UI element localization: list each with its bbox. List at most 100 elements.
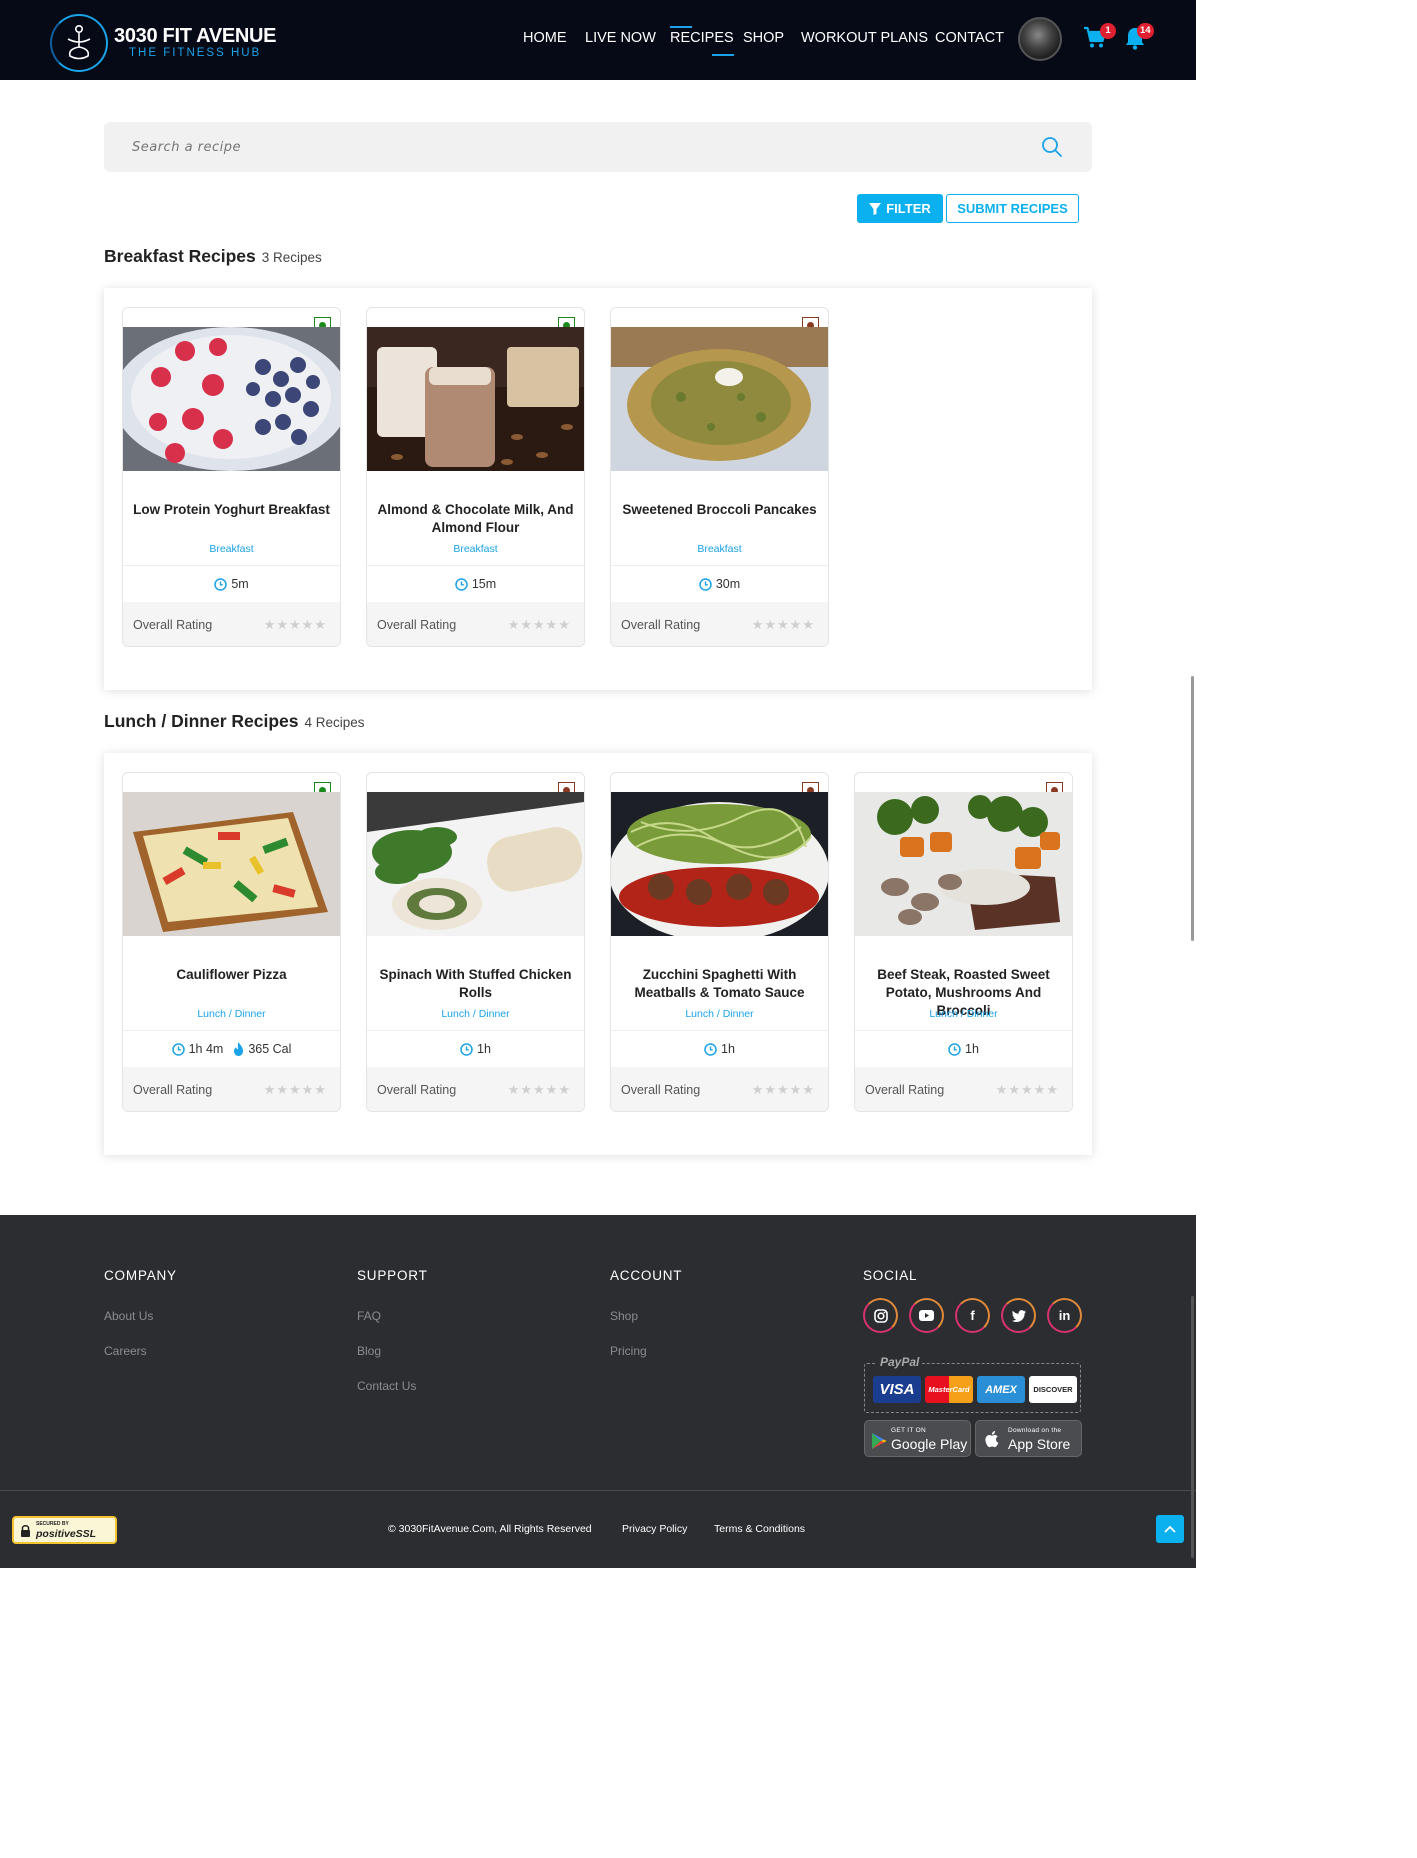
footer-heading: SOCIAL	[863, 1268, 918, 1283]
instagram-icon[interactable]	[863, 1298, 898, 1333]
nav-recipes[interactable]: RECIPES	[670, 26, 734, 56]
footer-scrollbar[interactable]	[1191, 1296, 1194, 1558]
recipe-title[interactable]: Almond & Chocolate Milk, And Almond Flou…	[373, 501, 578, 537]
recipe-title[interactable]: Sweetened Broccoli Pancakes	[617, 501, 822, 519]
star-rating-icon: ★★★★★	[507, 1081, 571, 1097]
nav-workout-plans[interactable]: WORKOUT PLANS	[801, 30, 928, 46]
recipe-photo-zucchini-spaghetti	[611, 792, 828, 936]
mastercard-logo: MasterCard	[925, 1376, 973, 1403]
recipe-title[interactable]: Low Protein Yoghurt Breakfast	[129, 501, 334, 519]
lunch-dinner-recipes-panel: Cauliflower Pizza Lunch / Dinner 1h 4m 3…	[104, 753, 1092, 1155]
linkedin-icon[interactable]: in	[1047, 1298, 1082, 1333]
privacy-policy-link[interactable]: Privacy Policy	[622, 1523, 687, 1535]
section-count: 4 Recipes	[304, 715, 365, 730]
recipe-calories: 365 Cal	[248, 1042, 292, 1056]
footer-link-contact-us[interactable]: Contact Us	[357, 1379, 428, 1393]
recipe-title[interactable]: Spinach With Stuffed Chicken Rolls	[373, 966, 578, 1002]
recipe-card[interactable]: Beef Steak, Roasted Sweet Potato, Mushro…	[854, 772, 1073, 1112]
recipe-title[interactable]: Cauliflower Pizza	[129, 966, 334, 984]
recipe-card[interactable]: Sweetened Broccoli Pancakes Breakfast 30…	[610, 307, 829, 647]
scroll-to-top-button[interactable]	[1156, 1515, 1184, 1543]
recipe-rating: Overall Rating ★★★★★	[367, 1067, 584, 1111]
recipe-time: 30m	[715, 577, 741, 591]
facebook-icon[interactable]: f	[955, 1298, 990, 1333]
twitter-icon[interactable]	[1001, 1298, 1036, 1333]
nav-contact[interactable]: CONTACT	[935, 30, 1004, 46]
recipe-category[interactable]: Lunch / Dinner	[367, 1008, 584, 1020]
submit-recipes-button[interactable]: SUBMIT RECIPES	[946, 194, 1079, 223]
rating-label: Overall Rating	[865, 1082, 945, 1097]
breakfast-recipes-panel: Low Protein Yoghurt Breakfast Breakfast …	[104, 288, 1092, 690]
footer-col-account: ACCOUNT Shop Pricing	[610, 1268, 682, 1358]
footer-link-pricing[interactable]: Pricing	[610, 1344, 682, 1358]
ssl-brand-text: positiveSSL	[36, 1528, 97, 1540]
notification-count-badge: 14	[1137, 23, 1154, 39]
store-name: App Store	[1008, 1436, 1071, 1452]
footer-col-support: SUPPORT FAQ Blog Contact Us	[357, 1268, 428, 1393]
star-rating-icon: ★★★★★	[751, 616, 815, 632]
recipe-photo-broccoli-pancakes	[611, 327, 828, 471]
recipe-time: 15m	[471, 577, 497, 591]
filter-button[interactable]: FILTER	[857, 194, 943, 223]
recipe-category[interactable]: Lunch / Dinner	[855, 1008, 1072, 1020]
footer-col-social: SOCIAL	[863, 1268, 917, 1283]
recipe-category[interactable]: Breakfast	[611, 543, 828, 555]
top-navbar: 3030 FIT AVENUE THE FITNESS HUB HOME LIV…	[0, 0, 1196, 80]
footer-link-faq[interactable]: FAQ	[357, 1309, 428, 1323]
main-nav: HOME LIVE NOW RECIPES SHOP WORKOUT PLANS…	[0, 0, 1196, 80]
recipe-meta: 1h	[611, 1030, 828, 1067]
recipe-title[interactable]: Zucchini Spaghetti With Meatballs & Toma…	[617, 966, 822, 1002]
payment-methods: PayPal VISA MasterCard AMEX DISCOVER	[864, 1355, 1081, 1413]
google-play-badge[interactable]: GET IT ON Google Play	[864, 1420, 971, 1457]
recipe-card[interactable]: Low Protein Yoghurt Breakfast Breakfast …	[122, 307, 341, 647]
funnel-icon	[869, 202, 882, 215]
star-rating-icon: ★★★★★	[263, 616, 327, 632]
nav-live-now[interactable]: LIVE NOW	[585, 30, 656, 46]
amex-logo: AMEX	[977, 1376, 1025, 1403]
user-avatar[interactable]	[1018, 17, 1062, 61]
copyright-text: © 3030FitAvenue.Com, All Rights Reserved	[388, 1523, 592, 1535]
rating-label: Overall Rating	[133, 617, 213, 632]
clock-icon	[460, 1042, 473, 1056]
recipe-meta: 1h	[855, 1030, 1072, 1067]
recipe-rating: Overall Rating ★★★★★	[123, 1067, 340, 1111]
store-small-text: GET IT ON	[891, 1427, 926, 1434]
search-input[interactable]	[132, 136, 1012, 158]
recipe-category[interactable]: Breakfast	[123, 543, 340, 555]
footer-heading: SUPPORT	[357, 1268, 428, 1283]
recipe-category[interactable]: Breakfast	[367, 543, 584, 555]
visa-logo: VISA	[873, 1376, 921, 1403]
nav-home[interactable]: HOME	[523, 30, 567, 46]
notifications-button[interactable]: 14	[1124, 23, 1154, 55]
recipe-meta: 1h 4m 365 Cal	[123, 1030, 340, 1067]
footer-link-blog[interactable]: Blog	[357, 1344, 428, 1358]
section-title-lunch-dinner: Lunch / Dinner Recipes 4 Recipes	[104, 711, 365, 731]
recipe-card[interactable]: Zucchini Spaghetti With Meatballs & Toma…	[610, 772, 829, 1112]
terms-conditions-link[interactable]: Terms & Conditions	[714, 1523, 805, 1535]
ssl-secured-text: SECURED BY	[36, 1521, 69, 1527]
footer-link-shop[interactable]: Shop	[610, 1309, 682, 1323]
recipe-category[interactable]: Lunch / Dinner	[611, 1008, 828, 1020]
filter-label: FILTER	[886, 201, 931, 216]
positive-ssl-badge[interactable]: SECURED BY positiveSSL	[12, 1516, 117, 1544]
page-scrollbar[interactable]	[1191, 676, 1194, 941]
footer-link-careers[interactable]: Careers	[104, 1344, 177, 1358]
recipe-card[interactable]: Almond & Chocolate Milk, And Almond Flou…	[366, 307, 585, 647]
recipe-search-bar	[104, 122, 1092, 172]
search-icon[interactable]	[1041, 136, 1063, 163]
app-store-badge[interactable]: Download on the App Store	[975, 1420, 1082, 1457]
footer-col-company: COMPANY About Us Careers	[104, 1268, 177, 1358]
recipe-time: 1h	[477, 1042, 491, 1056]
recipe-meta: 5m	[123, 565, 340, 602]
clock-icon	[699, 577, 712, 591]
nav-shop[interactable]: SHOP	[743, 30, 784, 46]
youtube-icon[interactable]	[909, 1298, 944, 1333]
footer-link-about-us[interactable]: About Us	[104, 1309, 177, 1323]
recipe-photo-spinach-chicken-rolls	[367, 792, 584, 936]
cart-button[interactable]: 1	[1083, 23, 1116, 55]
recipe-category[interactable]: Lunch / Dinner	[123, 1008, 340, 1020]
store-small-text: Download on the	[1008, 1427, 1062, 1434]
star-rating-icon: ★★★★★	[263, 1081, 327, 1097]
recipe-card[interactable]: Cauliflower Pizza Lunch / Dinner 1h 4m 3…	[122, 772, 341, 1112]
recipe-card[interactable]: Spinach With Stuffed Chicken Rolls Lunch…	[366, 772, 585, 1112]
